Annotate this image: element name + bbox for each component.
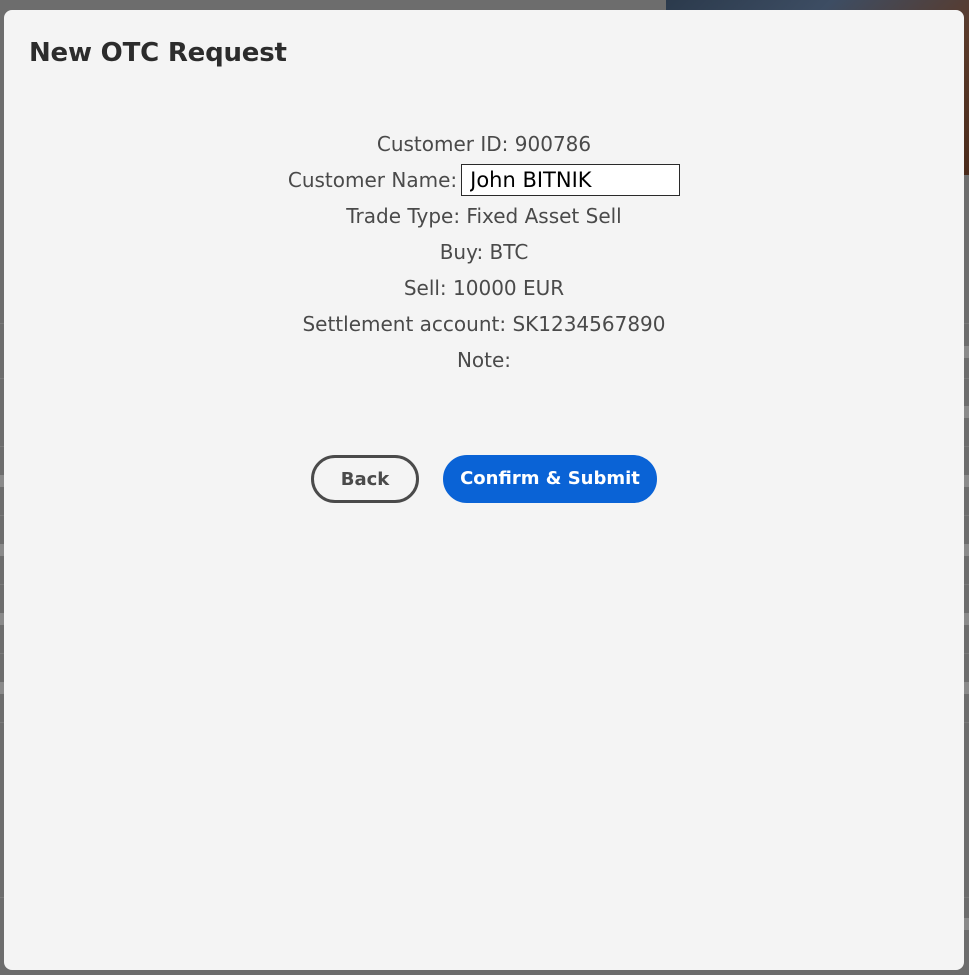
settlement-account-row: Settlement account: SK1234567890 xyxy=(302,312,666,336)
otc-request-dialog: New OTC Request Customer ID: 900786 Cust… xyxy=(4,10,964,970)
customer-name-label: Customer Name: xyxy=(287,168,458,192)
sell-row: Sell: 10000 EUR xyxy=(403,276,565,300)
confirm-submit-button[interactable]: Confirm & Submit xyxy=(443,455,657,503)
customer-name-input[interactable] xyxy=(461,163,681,196)
note-row: Note: xyxy=(456,348,512,372)
buy-row: Buy: BTC xyxy=(439,240,529,264)
back-button[interactable]: Back xyxy=(311,455,419,503)
trade-type-row: Trade Type: Fixed Asset Sell xyxy=(346,204,622,228)
customer-name-row: Customer Name: xyxy=(4,162,964,198)
customer-id-row: Customer ID: 900786 xyxy=(376,132,592,156)
dialog-actions: Back Confirm & Submit xyxy=(4,455,964,503)
dialog-title: New OTC Request xyxy=(29,38,287,68)
request-details: Customer ID: 900786 Customer Name: Trade… xyxy=(4,126,964,378)
